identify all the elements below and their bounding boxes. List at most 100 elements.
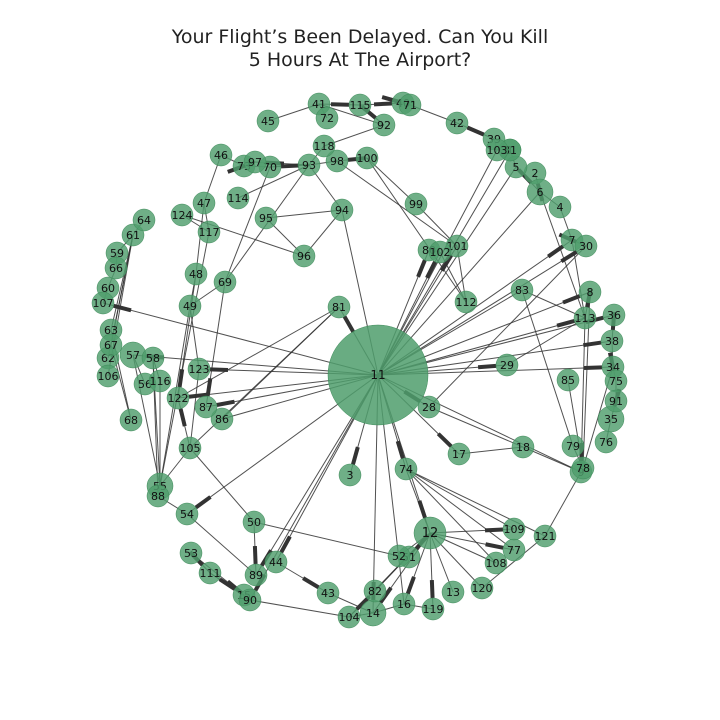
node-112: 112 — [454, 290, 478, 314]
node-71: 71 — [398, 93, 422, 117]
node-label: 78 — [576, 462, 590, 475]
node-49: 49 — [178, 294, 202, 318]
node-label: 121 — [535, 530, 556, 543]
node-91: 91 — [604, 389, 628, 413]
node-18: 18 — [511, 435, 535, 459]
node-label: 85 — [561, 374, 575, 387]
edge-98-101 — [336, 160, 458, 247]
node-124: 124 — [170, 203, 194, 227]
node-113: 113 — [573, 306, 597, 330]
node-99: 99 — [404, 192, 428, 216]
node-label: 18 — [516, 441, 530, 454]
node-12: 12 — [413, 516, 447, 550]
node-label: 72 — [320, 112, 334, 125]
edge-arrow-11-17 — [436, 432, 453, 448]
node-72: 72 — [315, 106, 339, 130]
edge-arrow-50-89 — [252, 545, 258, 565]
node-17: 17 — [447, 442, 471, 466]
node-13: 13 — [441, 580, 465, 604]
node-label: 74 — [399, 463, 413, 476]
node-28: 28 — [417, 395, 441, 419]
node-label: 109 — [504, 523, 525, 536]
edge-arrow-12-16 — [405, 576, 416, 595]
node-label: 113 — [575, 312, 596, 325]
node-106: 106 — [96, 364, 120, 388]
node-47: 47 — [192, 191, 216, 215]
node-108: 108 — [484, 551, 508, 575]
node-109: 109 — [502, 517, 526, 541]
node-label: 58 — [146, 352, 160, 365]
node-4: 4 — [548, 195, 572, 219]
node-label: 42 — [450, 117, 464, 130]
node-105: 105 — [178, 436, 202, 460]
node-label: 2 — [532, 167, 539, 180]
node-68: 68 — [119, 408, 143, 432]
node-100: 100 — [355, 146, 379, 170]
node-label: 43 — [321, 587, 335, 600]
node-107: 107 — [91, 291, 115, 315]
node-54: 54 — [175, 502, 199, 526]
node-label: 119 — [423, 603, 444, 616]
node-label: 7 — [569, 234, 576, 247]
node-11: 11 — [327, 324, 429, 426]
edge-arrow-11-12 — [417, 500, 427, 519]
node-83: 83 — [510, 278, 534, 302]
node-label: 45 — [261, 115, 275, 128]
edge-arrow-11-38 — [583, 340, 602, 348]
node-36: 36 — [602, 303, 626, 327]
node-label: 6 — [537, 186, 544, 199]
node-label: 95 — [259, 212, 273, 225]
node-label: 11 — [370, 368, 385, 382]
edge-arrow-11-80 — [416, 259, 427, 278]
node-label: 14 — [366, 607, 380, 620]
node-116: 116 — [148, 369, 172, 393]
node-121: 121 — [533, 524, 557, 548]
node-label: 123 — [189, 363, 210, 376]
node-label: 54 — [180, 508, 194, 521]
node-label: 35 — [604, 413, 618, 426]
node-90: 90 — [238, 588, 262, 612]
node-78: 78 — [571, 456, 595, 480]
edge-arrow-11-3 — [351, 446, 360, 465]
node-label: 47 — [197, 197, 211, 210]
node-label: 103 — [487, 144, 508, 157]
node-117: 117 — [197, 220, 221, 244]
node-label: 48 — [189, 268, 203, 281]
node-label: 104 — [339, 611, 360, 624]
edge-105-50 — [189, 447, 255, 523]
node-label: 90 — [243, 594, 257, 607]
node-92: 92 — [372, 113, 396, 137]
node-88: 88 — [146, 484, 170, 508]
edge-arrow-11-54 — [194, 495, 212, 510]
node-label: 5 — [513, 161, 520, 174]
node-label: 50 — [247, 516, 261, 529]
node-label: 57 — [126, 349, 140, 362]
node-64: 64 — [132, 208, 156, 232]
edge-arrow-42-39 — [466, 125, 485, 137]
node-label: 8 — [587, 286, 594, 299]
node-46: 46 — [209, 143, 233, 167]
node-label: 112 — [456, 296, 477, 309]
edge-arrow-105-122 — [178, 408, 187, 427]
node-81: 81 — [327, 295, 351, 319]
node-label: 68 — [124, 414, 138, 427]
node-38: 38 — [600, 329, 624, 353]
node-label: 12 — [422, 526, 439, 541]
node-label: 91 — [609, 395, 623, 408]
node-label: 107 — [93, 297, 114, 310]
node-8: 8 — [578, 280, 602, 304]
node-label: 81 — [332, 301, 346, 314]
node-label: 118 — [314, 140, 335, 153]
node-label: 93 — [302, 159, 316, 172]
node-95: 95 — [254, 206, 278, 230]
node-82: 82 — [363, 579, 387, 603]
node-87: 87 — [194, 395, 218, 419]
node-label: 96 — [297, 250, 311, 263]
node-label: 53 — [184, 547, 198, 560]
node-label: 30 — [579, 240, 593, 253]
node-69: 69 — [213, 270, 237, 294]
node-29: 29 — [495, 353, 519, 377]
node-93: 93 — [297, 153, 321, 177]
edge-arrow-11-113 — [556, 318, 575, 328]
node-14: 14 — [359, 599, 387, 627]
